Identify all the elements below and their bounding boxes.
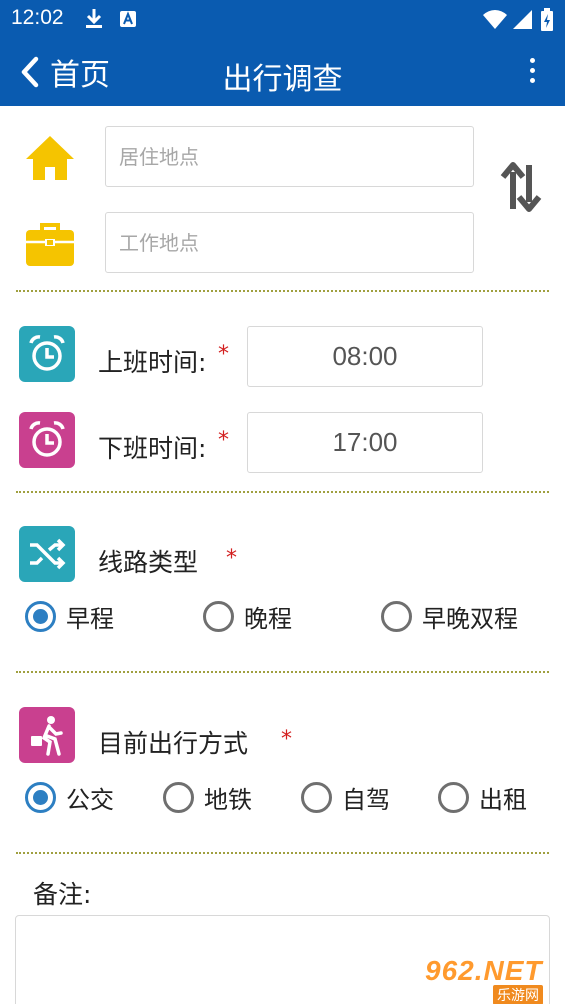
radio-label: 公交 — [66, 786, 114, 814]
radio-circle — [163, 782, 194, 813]
section-divider — [16, 671, 549, 673]
radio-circle — [301, 782, 332, 813]
shuffle-icon — [30, 538, 66, 570]
home-location-input[interactable] — [106, 127, 473, 186]
radio-circle — [381, 601, 412, 632]
travel-mode-label: 目前出行方式 — [98, 729, 249, 758]
walking-person-icon — [31, 716, 63, 756]
route-type-label: 线路类型 — [98, 548, 199, 577]
alarm-clock-icon — [29, 421, 65, 457]
radio-label: 自驾 — [342, 786, 390, 814]
travel-mode-tile — [19, 707, 75, 763]
notes-textarea[interactable] — [15, 915, 550, 1004]
route-type-tile — [19, 526, 75, 582]
notes-label: 备注: — [33, 880, 92, 909]
more-menu-button[interactable] — [525, 55, 539, 91]
chevron-left-icon — [21, 56, 39, 88]
radio-label: 晚程 — [244, 605, 292, 633]
keyboard-app-icon — [120, 11, 136, 27]
radio-route-morning[interactable]: 早程 — [25, 599, 114, 634]
end-time-tile — [19, 412, 75, 468]
end-time-label: 下班时间: — [98, 434, 207, 463]
required-mark: * — [226, 546, 237, 571]
radio-mode-bus[interactable]: 公交 — [25, 780, 114, 815]
work-location-input[interactable] — [106, 213, 473, 272]
radio-circle — [25, 782, 56, 813]
status-time: 12:02 — [11, 6, 64, 29]
radio-route-evening[interactable]: 晚程 — [203, 599, 292, 634]
start-time-label: 上班时间: — [98, 348, 207, 377]
required-mark: * — [218, 428, 229, 453]
section-divider — [16, 852, 549, 854]
section-divider — [16, 290, 549, 292]
radio-mode-taxi[interactable]: 出租 — [438, 780, 527, 815]
start-time-picker[interactable]: 08:00 — [247, 326, 483, 387]
radio-label: 地铁 — [204, 786, 252, 814]
download-icon — [86, 9, 102, 28]
swap-vertical-icon[interactable] — [500, 162, 542, 212]
home-icon — [26, 136, 74, 180]
battery-icon — [541, 8, 553, 31]
radio-label: 早程 — [66, 605, 114, 633]
radio-mode-subway[interactable]: 地铁 — [163, 780, 252, 815]
home-location-field[interactable] — [105, 126, 474, 187]
start-time-tile — [19, 326, 75, 382]
more-vert-icon — [529, 58, 535, 63]
radio-circle — [438, 782, 469, 813]
radio-circle — [25, 601, 56, 632]
briefcase-icon — [26, 223, 74, 266]
app-bar: 首页 出行调查 — [0, 40, 565, 106]
required-mark: * — [218, 342, 229, 367]
section-divider — [16, 491, 549, 493]
back-label: 首页 — [50, 58, 110, 93]
required-mark: * — [281, 727, 292, 752]
wifi-icon — [483, 10, 507, 29]
radio-mode-drive[interactable]: 自驾 — [301, 780, 390, 815]
radio-circle — [203, 601, 234, 632]
radio-route-both[interactable]: 早晚双程 — [381, 599, 518, 634]
status-bar: 12:02 — [0, 0, 565, 40]
back-button[interactable]: 首页 — [20, 52, 110, 93]
radio-label: 早晚双程 — [422, 605, 518, 633]
signal-icon — [513, 10, 532, 29]
end-time-picker[interactable]: 17:00 — [247, 412, 483, 473]
alarm-clock-icon — [29, 335, 65, 371]
work-location-field[interactable] — [105, 212, 474, 273]
radio-label: 出租 — [479, 786, 527, 814]
